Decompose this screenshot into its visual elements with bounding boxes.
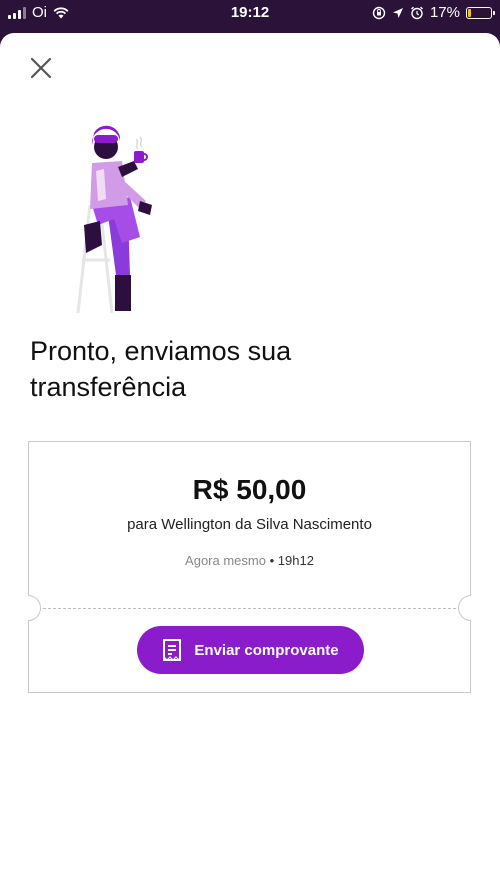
close-button[interactable] bbox=[26, 53, 56, 83]
document-icon bbox=[163, 639, 182, 661]
send-receipt-label: Enviar comprovante bbox=[194, 641, 339, 659]
battery-level bbox=[468, 8, 471, 17]
screen-rotation-lock-icon bbox=[372, 6, 386, 19]
transfer-amount: R$ 50,00 bbox=[192, 474, 307, 505]
receipt-notch-left bbox=[28, 595, 41, 621]
confirmation-sheet: Pronto, enviamos sua transferência R$ 50… bbox=[0, 33, 500, 889]
status-right: 17% bbox=[372, 4, 495, 21]
confirmation-title: Pronto, enviamos sua transferência bbox=[30, 336, 292, 402]
person-with-coffee-illustration bbox=[76, 125, 152, 314]
status-bar: Oi 19:12 17% bbox=[0, 0, 500, 26]
receipt-divider bbox=[43, 608, 456, 609]
time-exact: 19h12 bbox=[277, 553, 314, 568]
location-icon bbox=[392, 7, 403, 18]
battery-percent: 17% bbox=[429, 4, 460, 21]
alarm-icon bbox=[411, 6, 423, 19]
time-separator: • bbox=[269, 553, 275, 568]
send-receipt-button[interactable]: Enviar comprovante bbox=[137, 626, 364, 674]
battery-icon bbox=[466, 6, 495, 19]
receipt-notch-right bbox=[458, 595, 471, 621]
transfer-time: Agora mesmo • 19h12 bbox=[29, 553, 470, 568]
close-icon bbox=[30, 57, 52, 79]
transfer-recipient: para Wellington da Silva Nascimento bbox=[127, 516, 372, 533]
time-relative: Agora mesmo bbox=[185, 553, 266, 568]
transfer-receipt: R$ 50,00 para Wellington da Silva Nascim… bbox=[28, 441, 471, 693]
